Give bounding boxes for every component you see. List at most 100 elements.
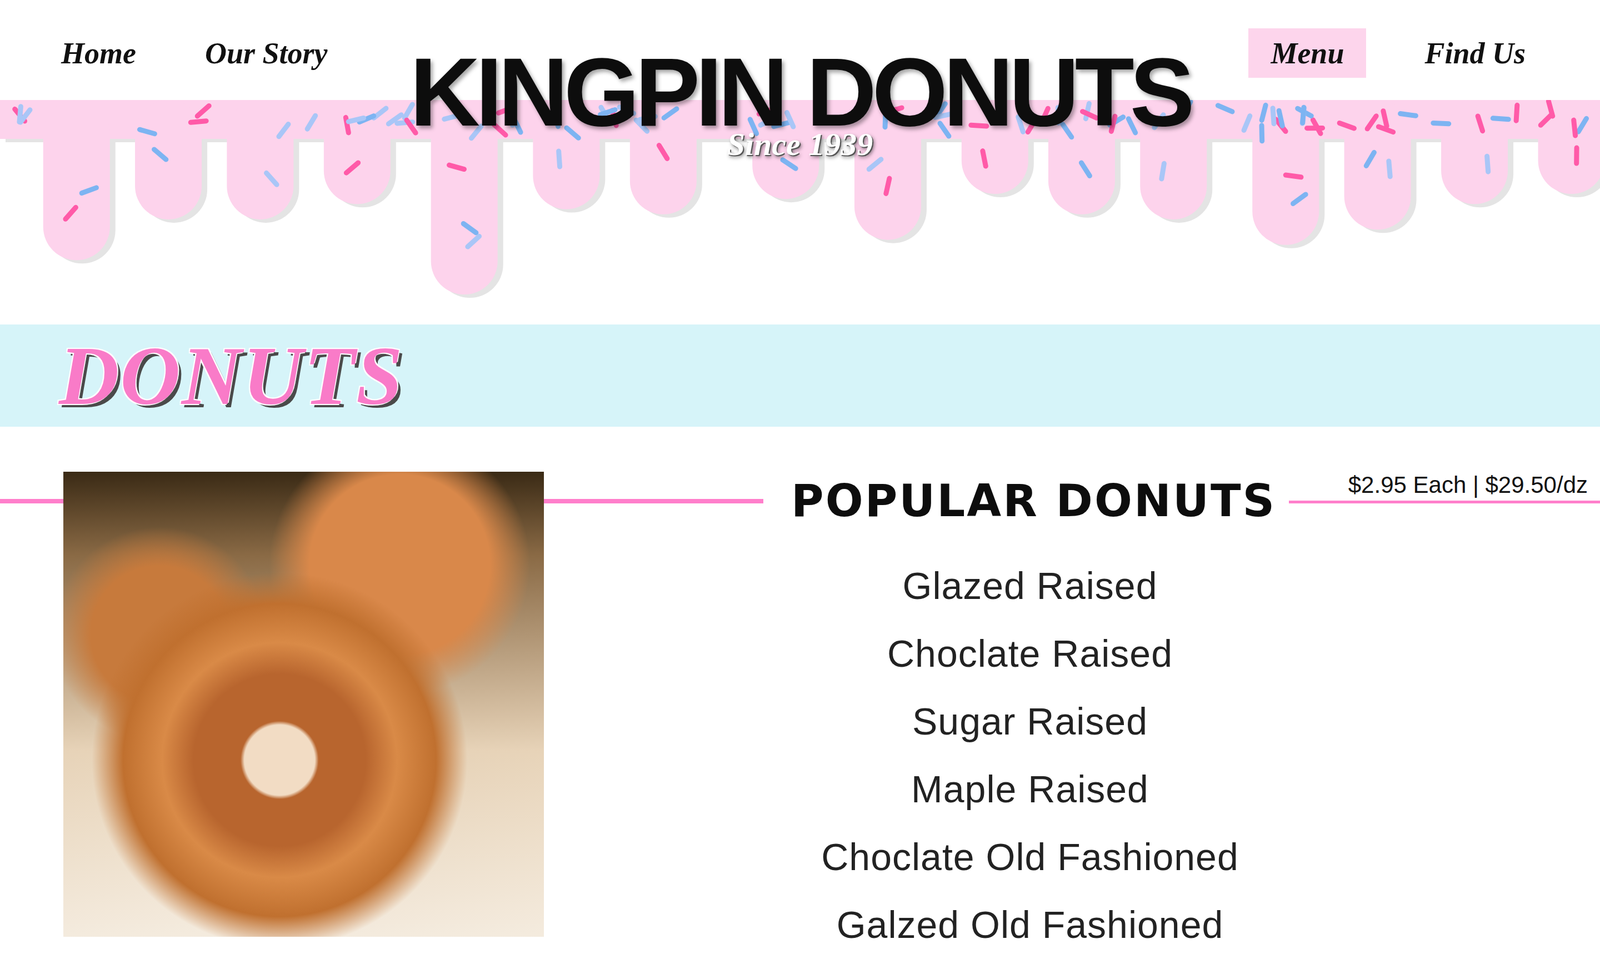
sprinkle <box>444 115 460 119</box>
sprinkle <box>266 172 278 185</box>
sprinkle <box>566 127 579 138</box>
sprinkle <box>1400 113 1417 117</box>
section-title: DONUTS <box>58 333 404 418</box>
sprinkle <box>555 111 559 127</box>
sprinkle <box>868 159 882 170</box>
sprinkle <box>406 120 416 133</box>
sprinkle <box>636 120 648 132</box>
sprinkle <box>1285 175 1302 178</box>
sprinkle <box>1383 111 1387 127</box>
sprinkle <box>1433 122 1449 124</box>
sprinkle <box>1573 147 1579 164</box>
sprinkle <box>1293 194 1307 204</box>
sprinkle <box>81 187 97 194</box>
sprinkle <box>1111 116 1115 132</box>
sprinkle <box>404 104 413 118</box>
sprinkle <box>463 223 477 233</box>
drip-icing <box>0 100 1600 295</box>
sprinkle <box>1278 110 1283 126</box>
sprinkle <box>1388 161 1390 177</box>
sprinkle <box>658 145 668 159</box>
sprinkle <box>1261 105 1266 120</box>
menu-price: $2.95 Each | $29.50/dz <box>1348 471 1600 501</box>
nav-link[interactable]: Menu <box>1248 28 1367 78</box>
nav-left: Home Our Story <box>0 0 410 78</box>
sprinkle <box>448 165 464 169</box>
sprinkle <box>886 107 902 113</box>
sprinkle <box>760 117 775 125</box>
sprinkle <box>1128 118 1135 133</box>
sprinkle <box>1082 111 1097 119</box>
sprinkle <box>1578 118 1587 132</box>
sprinkle <box>1110 117 1124 126</box>
page: Home Our Story KINGPIN DONUTSSince 1939 Men… <box>0 0 1600 959</box>
sprinkle <box>552 100 558 115</box>
donut-photo <box>63 471 544 937</box>
sprinkle <box>1302 107 1304 123</box>
sprinkle <box>471 126 482 139</box>
menu-heading-row: POPULAR DONUTS$2.95 Each | $29.50/dz <box>763 471 1600 531</box>
sprinkle <box>1243 116 1250 131</box>
sprinkle <box>1154 115 1164 128</box>
sprinkle <box>1339 122 1354 129</box>
sprinkle <box>1161 163 1165 179</box>
sprinkle <box>1492 118 1509 120</box>
menu-item: Choclate Old Fashioned <box>821 822 1239 891</box>
sprinkle <box>1307 125 1323 131</box>
sprinkle <box>601 107 609 121</box>
sprinkle <box>307 115 315 129</box>
menu-column: POPULAR DONUTS$2.95 Each | $29.50/dz Glaz… <box>763 426 1600 959</box>
sprinkle <box>882 111 889 128</box>
photo-cell <box>0 426 764 959</box>
menu-content: POPULAR DONUTS$2.95 Each | $29.50/dz Glaz… <box>0 426 1600 959</box>
sprinkle <box>558 151 560 167</box>
sprinkle <box>1259 125 1265 142</box>
sprinkle <box>139 129 155 134</box>
sprinkle <box>197 105 209 117</box>
sprinkle <box>612 110 617 126</box>
sprinkle <box>1183 101 1191 116</box>
sprinkle <box>1041 108 1048 123</box>
sprinkle <box>1487 156 1489 172</box>
sprinkle <box>1548 101 1553 117</box>
menu-item: Choclate Raised <box>887 619 1173 688</box>
sprinkle <box>750 119 757 134</box>
brand-name[interactable]: KINGPIN DONUTS <box>410 43 1191 141</box>
sprinkle <box>467 236 480 247</box>
nav-link[interactable]: Find Us <box>1424 28 1526 78</box>
sprinkle <box>1062 124 1072 138</box>
sprinkle <box>1366 152 1374 166</box>
sprinkle <box>1516 105 1518 121</box>
heading-rule <box>1288 500 1600 504</box>
sprinkle <box>758 108 774 114</box>
sprinkle <box>65 207 76 219</box>
sprinkle <box>971 125 987 127</box>
nav-link[interactable]: Home <box>61 28 137 78</box>
sprinkle <box>510 109 515 125</box>
sprinkle <box>782 160 796 169</box>
sprinkle <box>1081 162 1090 177</box>
sprinkle <box>1367 116 1377 129</box>
sprinkle <box>1027 118 1036 133</box>
sprinkle <box>940 123 949 137</box>
nav-link[interactable]: Our Story <box>205 28 328 78</box>
sprinkle <box>1477 116 1483 132</box>
sprinkle <box>19 106 21 123</box>
sprinkle <box>153 149 166 160</box>
sprinkle <box>346 162 358 173</box>
sprinkle <box>936 103 946 117</box>
menu-item: Maple Raised <box>911 755 1149 823</box>
sprinkle <box>348 117 364 122</box>
menu-item: Glazed Raised <box>902 551 1158 620</box>
site-header: Home Our Story KINGPIN DONUTSSince 1939 Men… <box>0 0 1600 325</box>
sprinkle <box>935 113 950 118</box>
menu-list: Glazed RaisedChoclate RaisedSugar Raised… <box>791 551 1269 959</box>
sprinkle <box>1085 103 1089 119</box>
sprinkle <box>886 178 890 194</box>
sprinkle <box>513 118 521 133</box>
brand-tagline: Since 1939 <box>727 128 874 161</box>
sprinkle <box>600 109 616 115</box>
sprinkle <box>190 121 207 123</box>
sprinkle <box>663 108 677 118</box>
sprinkle <box>1302 107 1304 124</box>
